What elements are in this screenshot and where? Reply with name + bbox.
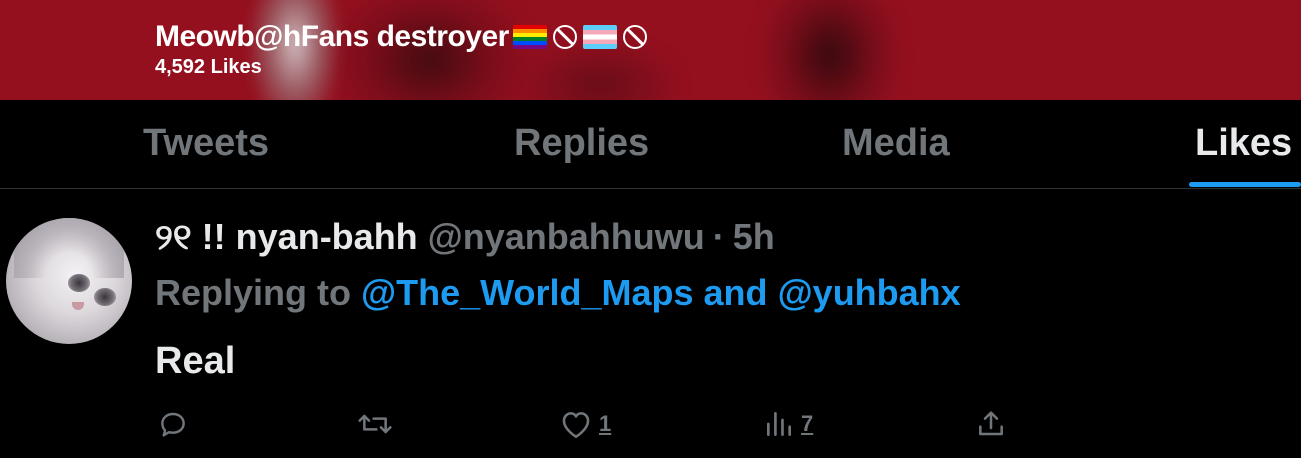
replying-prefix: Replying to <box>155 272 351 313</box>
mention-link[interactable]: @The_World_Maps <box>361 272 694 313</box>
views-button[interactable]: 7 <box>763 408 813 440</box>
prohibited-icon <box>552 25 577 49</box>
separator-dot: · <box>712 216 725 257</box>
profile-tabs: Tweets Replies Media Likes <box>0 100 1301 189</box>
profile-name-text: Meowb@hFans destroyer <box>155 20 509 53</box>
prohibited-icon <box>622 25 647 49</box>
like-button[interactable]: 1 <box>559 408 611 440</box>
rainbow-flag-icon <box>512 25 547 49</box>
tab-likes[interactable]: Likes <box>1195 122 1292 165</box>
heart-icon <box>562 412 590 439</box>
tweet-display-name[interactable]: ୨୧ !! nyan-bahh <box>155 216 418 259</box>
mention-link[interactable]: @yuhbahx <box>778 272 961 313</box>
transgender-flag-icon <box>582 25 617 49</box>
banner-blur-shadow-right <box>760 0 900 100</box>
avatar-eye-left <box>68 274 90 292</box>
reply-button[interactable] <box>157 408 189 440</box>
profile-name: Meowb@hFans destroyer <box>155 20 647 54</box>
avatar-hair <box>14 218 124 278</box>
tweet-handle[interactable]: @nyanbahhuwu <box>428 216 705 258</box>
retweet-button[interactable] <box>357 408 393 440</box>
views-count: 7 <box>801 411 814 436</box>
active-tab-indicator <box>1189 182 1301 187</box>
avatar[interactable] <box>6 218 132 344</box>
replying-to: Replying to @The_World_Maps and @yuhbahx <box>155 272 961 314</box>
share-icon <box>979 411 1003 436</box>
retweet-icon <box>358 414 392 434</box>
reply-icon <box>161 412 185 437</box>
analytics-icon <box>767 412 791 436</box>
tweet-text: Real <box>155 340 236 382</box>
likes-count: 4,592 Likes <box>155 56 262 78</box>
avatar-mouth <box>72 302 84 310</box>
tab-media[interactable]: Media <box>842 122 950 165</box>
tab-tweets[interactable]: Tweets <box>143 122 269 165</box>
replying-and: and <box>703 272 768 313</box>
like-count: 1 <box>599 411 612 436</box>
tweet-header: ୨୧ !! nyan-bahh @nyanbahhuwu · 5h <box>155 216 775 259</box>
tab-replies[interactable]: Replies <box>514 122 649 165</box>
tweet-time[interactable]: 5h <box>733 216 775 258</box>
profile-header-banner: Meowb@hFans destroyer 4,592 Likes <box>0 0 1301 100</box>
share-button[interactable] <box>975 408 1007 440</box>
avatar-eye-right <box>94 288 116 306</box>
